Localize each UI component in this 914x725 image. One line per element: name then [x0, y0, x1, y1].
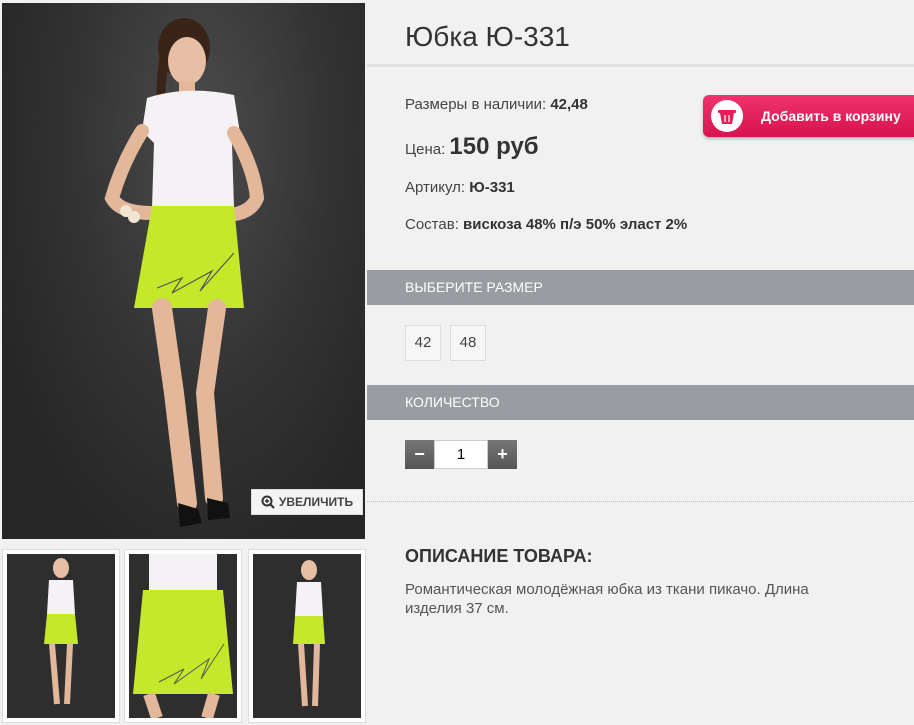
sizes-value: 42,48	[550, 96, 588, 113]
thumbnail-2[interactable]	[124, 549, 242, 723]
thumbnail-image	[129, 554, 237, 718]
size-option-48[interactable]: 48	[450, 325, 486, 361]
title-bar: Юбка Ю-331	[367, 3, 914, 67]
size-option-42[interactable]: 42	[405, 325, 441, 361]
model-figure	[104, 18, 265, 527]
composition-value: вискоза 48% п/э 50% эласт 2%	[463, 216, 688, 233]
quantity-input[interactable]	[434, 440, 488, 469]
article-label: Артикул:	[405, 179, 466, 196]
page-title: Юбка Ю-331	[405, 21, 570, 52]
zoom-label: УВЕЛИЧИТЬ	[278, 495, 354, 509]
price-value: 150 руб	[449, 133, 539, 160]
article-value: Ю-331	[469, 179, 515, 196]
zoom-button[interactable]: УВЕЛИЧИТЬ	[251, 489, 363, 515]
price-label: Цена:	[405, 141, 446, 158]
magnifier-plus-icon	[261, 495, 275, 509]
thumbnail-1[interactable]	[2, 549, 120, 723]
thumbnail-image	[253, 554, 361, 718]
divider	[367, 501, 914, 502]
article: Артикул: Ю-331	[405, 179, 515, 196]
composition: Состав: вискоза 48% п/э 50% эласт 2%	[405, 215, 695, 234]
sizes-label: Размеры в наличии:	[405, 96, 547, 113]
sizes-available: Размеры в наличии: 42,48	[405, 96, 588, 113]
price: Цена: 150 руб	[405, 133, 539, 161]
add-to-cart-button[interactable]: Добавить в корзину	[703, 95, 914, 137]
quantity-decrease-button[interactable]: −	[405, 440, 434, 469]
basket-icon	[711, 100, 743, 132]
quantity-section-header: КОЛИЧЕСТВО	[367, 385, 914, 420]
main-product-photo[interactable]: УВЕЛИЧИТЬ	[2, 3, 365, 539]
composition-label: Состав:	[405, 216, 459, 233]
description-title: ОПИСАНИЕ ТОВАРА:	[405, 546, 593, 566]
thumbnail-3[interactable]	[248, 549, 366, 723]
quantity-increase-button[interactable]: +	[488, 440, 517, 469]
size-section-header: ВЫБЕРИТЕ РАЗМЕР	[367, 270, 914, 305]
thumbnail-image	[7, 554, 115, 718]
description-text: Романтическая молодёжная юбка из ткани п…	[405, 581, 809, 617]
add-to-cart-label: Добавить в корзину	[761, 108, 901, 124]
